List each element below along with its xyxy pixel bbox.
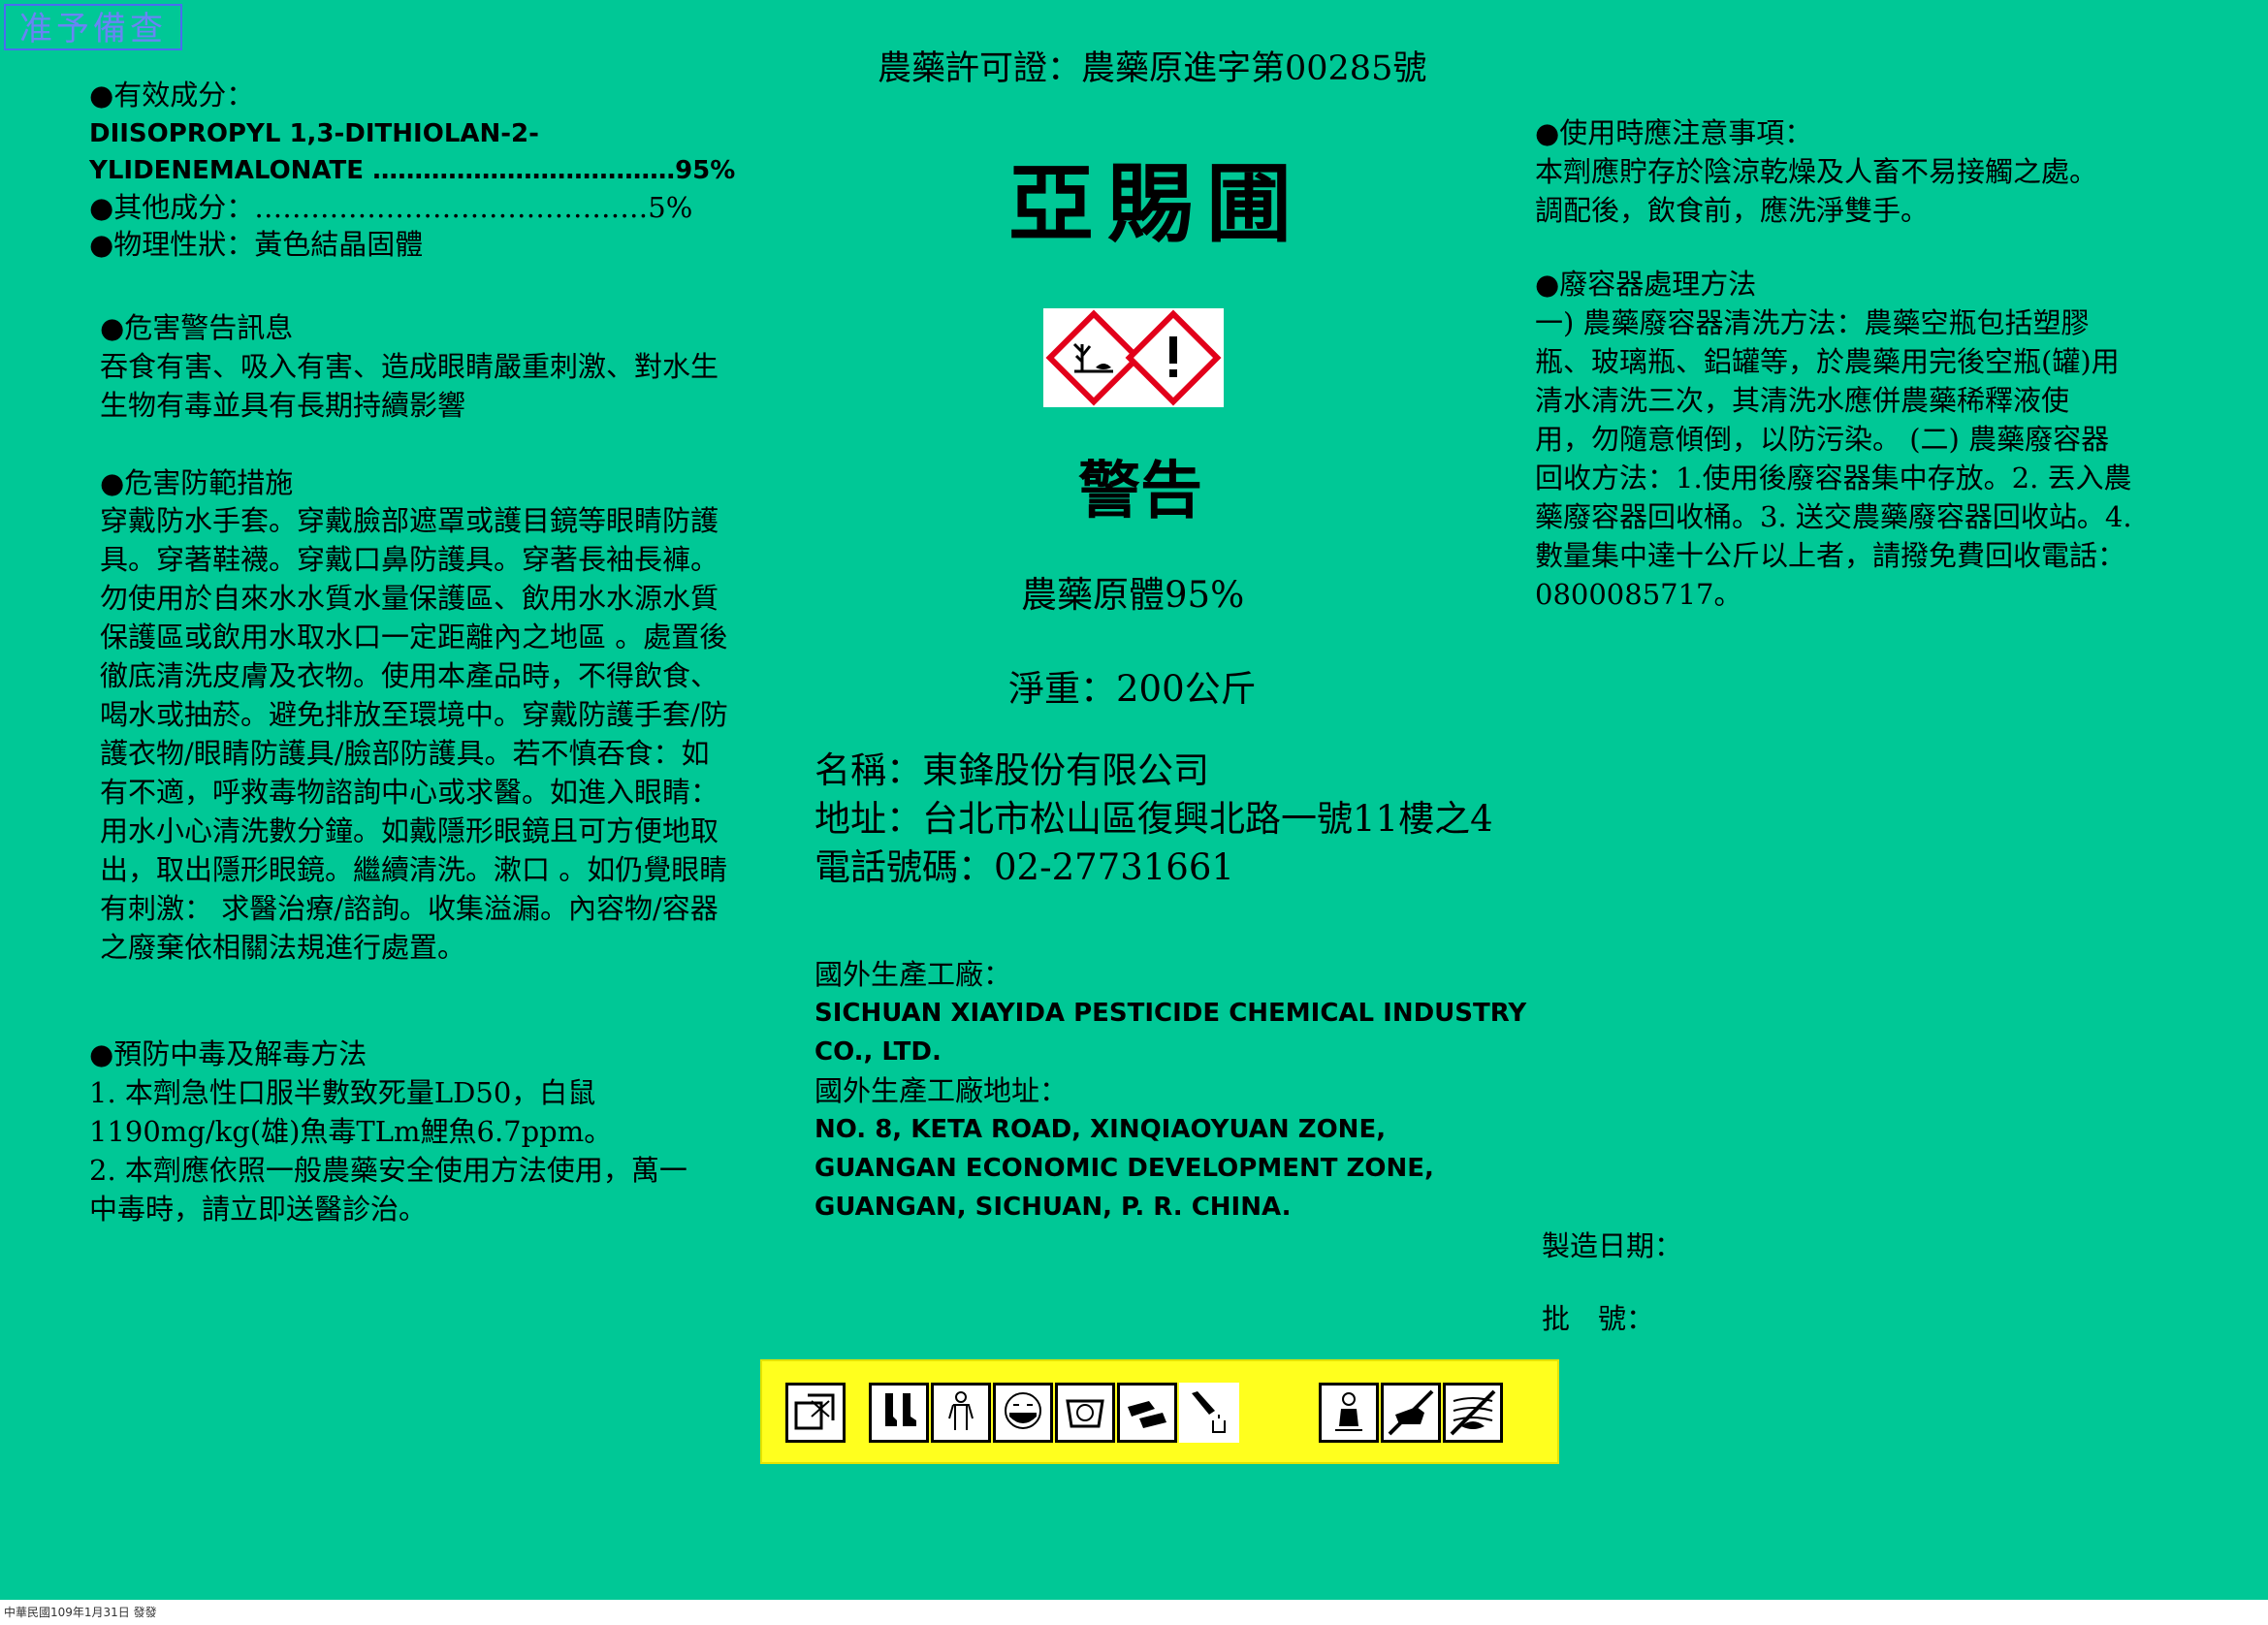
- precaution-pictogram-bar: [760, 1359, 1559, 1464]
- company-address: 地址：台北市松山區復興北路一號11樓之4: [815, 798, 1493, 840]
- precaution-line: 有刺激： 求醫治療/諮詢。收集溢漏。內容物/容器: [100, 892, 719, 925]
- factory-name-line1: SICHUAN XIAYIDA PESTICIDE CHEMICAL INDUS…: [815, 999, 1527, 1028]
- factory-address-line2: GUANGAN ECONOMIC DEVELOPMENT ZONE,: [815, 1154, 1434, 1183]
- hazard-line: 生物有毒並具有長期持續影響: [100, 389, 466, 422]
- disposal-line: 回收方法：1.使用後廢容器集中存放。2. 丟入農: [1535, 462, 2132, 494]
- active-ingredient-name-line1: DIISOPROPYL 1,3-DITHIOLAN-2-: [89, 119, 539, 148]
- disposal-line: 瓶、玻璃瓶、鋁罐等，於農藥用完後空瓶(罐)用: [1535, 345, 2120, 378]
- storage-icon: [785, 1383, 846, 1443]
- precaution-line: 勿使用於自來水水質水量保護區、飲用水水源水質: [100, 582, 719, 615]
- hazard-statements: 吞食有害、吸入有害、造成眼睛嚴重刺激、對水生 生物有毒並具有長期持續影響: [100, 347, 719, 425]
- disposal-line: 0800085717。: [1535, 578, 1742, 611]
- disposal-line: 藥廢容器回收桶。3. 送交農藥廢容器回收站。4.: [1535, 500, 2132, 533]
- precaution-line: 具。穿著鞋襪。穿戴口鼻防護具。穿著長袖長褲。: [100, 543, 719, 576]
- precaution-line: 保護區或飲用水取水口一定距離內之地區 。處置後: [100, 621, 728, 653]
- company-name: 名稱：東鋒股份有限公司: [815, 749, 1209, 791]
- no-animal-icon: [1381, 1383, 1441, 1443]
- antidote-heading: ●預防中毒及解毒方法: [89, 1037, 367, 1070]
- precaution-statements: 穿戴防水手套。穿戴臉部遮罩或護目鏡等眼睛防護 具。穿著鞋襪。穿戴口鼻防護具。穿著…: [100, 501, 728, 967]
- factory-info: 國外生產工廠： SICHUAN XIAYIDA PESTICIDE CHEMIC…: [815, 955, 1526, 1227]
- factory-address-line3: GUANGAN, SICHUAN, P. R. CHINA.: [815, 1193, 1292, 1222]
- ghs-pictograms: [1043, 308, 1224, 407]
- precaution-heading: ●危害防範措施: [100, 466, 294, 499]
- precaution-line: 護衣物/眼睛防護具/臉部防護具。若不慎吞食：如: [100, 737, 710, 770]
- antidote-line: 1190mg/kg(雄)魚毒TLm鯉魚6.7ppm。: [89, 1115, 613, 1148]
- formulation: 農藥原體95%: [1021, 574, 1245, 616]
- disposal-line: 數量集中達十公斤以上者，請撥免費回收電話：: [1535, 539, 2126, 572]
- notice-line: 本劑應貯存於陰涼乾燥及人畜不易接觸之處。: [1535, 155, 2098, 188]
- disposal-statements: 一) 農藥廢容器清洗方法：農藥空瓶包括塑膠 瓶、玻璃瓶、鋁罐等，於農藥用完後空瓶…: [1535, 303, 2132, 614]
- antidote-statements: 1. 本劑急性口服半數致死量LD50，白鼠 1190mg/kg(雄)魚毒TLm鯉…: [89, 1073, 687, 1228]
- signal-word: 警告: [1078, 455, 1202, 527]
- notice-line: 調配後，飲食前，應洗淨雙手。: [1535, 194, 1930, 227]
- batch-number-label: 批 號：: [1542, 1302, 1655, 1335]
- disposal-heading: ●廢容器處理方法: [1535, 268, 1757, 301]
- disposal-line: 一) 農藥廢容器清洗方法：農藥空瓶包括塑膠: [1535, 306, 2090, 339]
- company-info: 名稱：東鋒股份有限公司 地址：台北市松山區復興北路一號11樓之4 電話號碼：02…: [815, 747, 1493, 892]
- antidote-line: 1. 本劑急性口服半數致死量LD50，白鼠: [89, 1076, 596, 1109]
- active-ingredient-heading: ●有效成分：: [89, 79, 255, 112]
- disposal-line: 用，勿隨意傾倒，以防污染。 (二) 農藥廢容器: [1535, 423, 2110, 456]
- antidote-line: 中毒時，請立即送醫診治。: [89, 1193, 428, 1226]
- precaution-line: 有不適，呼救毒物諮詢中心或求醫。如進入眼睛：: [100, 776, 719, 809]
- net-weight: 淨重：200公斤: [1008, 668, 1257, 710]
- precaution-line: 出，取出隱形眼鏡。繼續清洗。漱口 。如仍覺眼睛: [100, 853, 728, 886]
- product-name: 亞賜圃: [1008, 153, 1306, 254]
- environment-hazard-icon: [1045, 309, 1222, 406]
- notice-heading: ●使用時應注意事項：: [1535, 116, 1813, 149]
- coverall-icon: [931, 1383, 991, 1443]
- precaution-line: 用水小心清洗數分鐘。如戴隱形眼鏡且可方便地取: [100, 814, 719, 847]
- footer-date: 中華民國109年1月31日 發發: [4, 1606, 157, 1619]
- hazard-heading: ●危害警告訊息: [100, 311, 294, 344]
- active-ingredient-name-line2: YLIDENEMALONATE ………………………………95%: [89, 156, 736, 185]
- livestock-warning-icon: [1319, 1383, 1379, 1443]
- mask-icon: [993, 1383, 1053, 1443]
- company-phone: 電話號碼：02-27731661: [815, 846, 1234, 888]
- manufacture-date-label: 製造日期：: [1542, 1229, 1683, 1262]
- pesticide-label: 准予備查 ●有效成分： DIISOPROPYL 1,3-DITHIOLAN-2-…: [0, 0, 2268, 1600]
- notice-statements: 本劑應貯存於陰涼乾燥及人畜不易接觸之處。 調配後，飲食前，應洗淨雙手。: [1535, 152, 2097, 230]
- factory-heading: 國外生產工廠：: [815, 958, 1012, 991]
- physical-state: ●物理性狀：黃色結晶固體: [89, 228, 424, 261]
- no-fish-icon: [1443, 1383, 1503, 1443]
- precaution-line: 徹底清洗皮膚及衣物。使用本產品時，不得飲食、: [100, 659, 719, 692]
- permit-number: 農藥許可證：農藥原進字第00285號: [878, 49, 1427, 88]
- antidote-line: 2. 本劑應依照一般農藥安全使用方法使用，萬一: [89, 1154, 687, 1187]
- other-ingredients: ●其他成分：……………………………………5%: [89, 191, 693, 224]
- wash-icon: [1179, 1383, 1239, 1443]
- boots-icon: [869, 1383, 929, 1443]
- factory-name-line2: CO., LTD.: [815, 1037, 942, 1067]
- gloves-icon: [1117, 1383, 1177, 1443]
- factory-address-line1: NO. 8, KETA ROAD, XINQIAOYUAN ZONE,: [815, 1115, 1387, 1144]
- precaution-line: 之廢棄依相關法規進行處置。: [100, 931, 466, 964]
- face-shield-icon: [1055, 1383, 1115, 1443]
- hazard-line: 吞食有害、吸入有害、造成眼睛嚴重刺激、對水生: [100, 350, 719, 383]
- factory-address-heading: 國外生產工廠地址：: [815, 1074, 1069, 1107]
- precaution-line: 穿戴防水手套。穿戴臉部遮罩或護目鏡等眼睛防護: [100, 504, 719, 537]
- disposal-line: 清水清洗三次，其清洗水應併農藥稀釋液使: [1535, 384, 2070, 417]
- precaution-line: 喝水或抽菸。避免排放至環境中。穿戴防護手套/防: [100, 698, 728, 731]
- approval-stamp: 准予備查: [4, 4, 182, 50]
